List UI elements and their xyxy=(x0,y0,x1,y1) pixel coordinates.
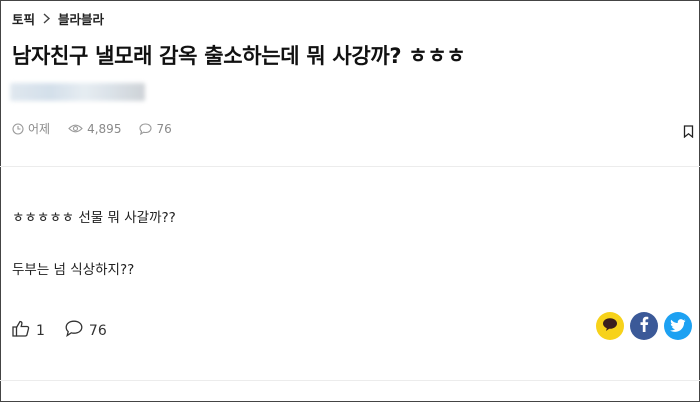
kakao-share-button[interactable] xyxy=(596,312,624,340)
breadcrumb: 토픽 블라블라 xyxy=(12,9,104,28)
post-time: 어제 xyxy=(12,120,50,137)
comment-button[interactable]: 76 xyxy=(65,320,107,341)
twitter-share-button[interactable] xyxy=(664,312,692,340)
facebook-icon xyxy=(639,316,649,336)
post-meta: 어제 4,895 76 xyxy=(12,120,172,137)
post-views-text: 4,895 xyxy=(87,121,122,136)
post-views: 4,895 xyxy=(68,122,121,136)
eye-icon xyxy=(68,123,83,134)
comment-icon xyxy=(65,320,83,341)
author-info-blurred xyxy=(10,83,145,101)
comment-count: 76 xyxy=(88,322,107,339)
post-actions: 1 76 xyxy=(12,320,107,341)
breadcrumb-board[interactable]: 블라블라 xyxy=(58,9,104,28)
post-time-text: 어제 xyxy=(28,122,51,136)
post-comment-count-text: 76 xyxy=(156,121,172,136)
divider xyxy=(0,380,700,381)
comment-icon xyxy=(139,122,153,135)
facebook-share-button[interactable] xyxy=(630,312,658,340)
thumbs-up-icon xyxy=(12,320,30,341)
breadcrumb-topic[interactable]: 토픽 xyxy=(12,9,35,28)
divider xyxy=(0,166,700,167)
clock-icon xyxy=(12,122,24,135)
like-button[interactable]: 1 xyxy=(12,320,45,341)
post-body-line: 두부는 넘 식상하지?? xyxy=(12,262,135,278)
share-buttons xyxy=(596,312,692,340)
post-title: 남자친구 낼모래 감옥 출소하는데 뭐 사강까? ㅎㅎㅎ xyxy=(12,44,466,68)
kakao-icon xyxy=(602,317,618,336)
twitter-icon xyxy=(670,317,686,336)
post-body-line: ㅎㅎㅎㅎㅎ 선물 뭐 사갈까?? xyxy=(12,210,176,226)
post-comment-count: 76 xyxy=(139,121,172,136)
bookmark-icon[interactable] xyxy=(683,123,694,142)
chevron-right-icon xyxy=(42,13,51,24)
like-count: 1 xyxy=(36,322,45,339)
